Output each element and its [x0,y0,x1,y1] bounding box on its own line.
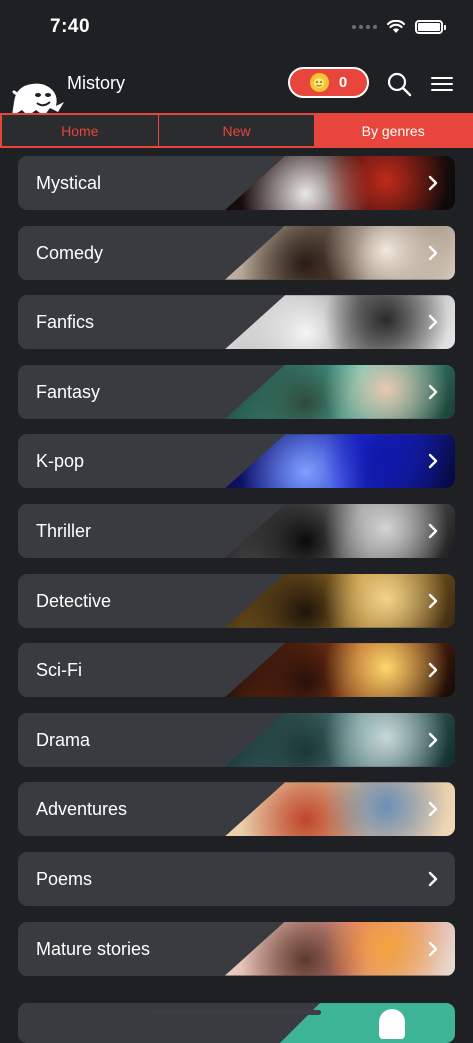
tab-by-genres[interactable]: By genres [314,115,471,146]
genre-cover-image [225,226,455,280]
genre-cover-image [225,922,455,976]
genre-label: Sci-Fi [36,643,82,697]
genre-card[interactable]: Detective [18,574,455,628]
chevron-right-icon [427,175,439,191]
genre-label: Fantasy [36,365,100,419]
genre-label: Adventures [36,782,127,836]
battery-icon [415,20,443,34]
genre-card[interactable]: Drama [18,713,455,767]
home-indicator [152,1010,321,1015]
promo-card-partial[interactable] [18,1003,455,1043]
cellular-signal-icon [352,25,377,29]
genre-label: Drama [36,713,90,767]
genre-cover-image [225,643,455,697]
chevron-right-icon [427,523,439,539]
section-tabs: Home New By genres [0,113,473,148]
chevron-right-icon [427,732,439,748]
chevron-right-icon [427,593,439,609]
genre-list: Mystical Comedy Fanfics Fantasy K-pop Thrille… [18,156,455,991]
genre-cover-image [225,365,455,419]
genre-cover-image [225,574,455,628]
genre-label: Fanfics [36,295,94,349]
genre-card[interactable]: Comedy [18,226,455,280]
promo-art [280,1003,455,1043]
chevron-right-icon [427,941,439,957]
chevron-right-icon [427,453,439,469]
genre-card[interactable]: Poems [18,852,455,906]
chevron-right-icon [427,245,439,261]
genre-cover-image [225,295,455,349]
genre-cover-image [225,782,455,836]
hamburger-menu-icon[interactable] [430,74,454,94]
chevron-right-icon [427,801,439,817]
coin-icon [310,73,329,92]
genre-card[interactable]: Mature stories [18,922,455,976]
genre-cover-image [225,434,455,488]
chevron-right-icon [427,662,439,678]
wifi-icon [387,20,405,34]
genre-card[interactable]: Mystical [18,156,455,210]
tab-home[interactable]: Home [2,115,158,146]
ghost-icon [379,1009,405,1039]
genre-card[interactable]: Fantasy [18,365,455,419]
genre-label: Poems [36,852,92,906]
genre-label: Mature stories [36,922,150,976]
app-header: Mistory 0 [0,62,473,112]
coins-button[interactable]: 0 [288,67,369,98]
status-time: 7:40 [50,16,90,38]
tab-new[interactable]: New [158,115,315,146]
genre-cover-image [225,504,455,558]
chevron-right-icon [427,384,439,400]
app-title: Mistory [67,73,125,94]
genre-card[interactable]: K-pop [18,434,455,488]
genre-card[interactable]: Sci-Fi [18,643,455,697]
genre-label: Mystical [36,156,101,210]
genre-label: Thriller [36,504,91,558]
ghost-logo-icon [10,78,66,116]
genre-cover-image [225,156,455,210]
chevron-right-icon [427,314,439,330]
genre-card[interactable]: Adventures [18,782,455,836]
genre-label: Comedy [36,226,103,280]
search-icon[interactable] [386,71,412,97]
genre-label: Detective [36,574,111,628]
chevron-right-icon [427,871,439,887]
status-bar: 7:40 [0,0,473,54]
genre-label: K-pop [36,434,84,488]
genre-card[interactable]: Fanfics [18,295,455,349]
genre-card[interactable]: Thriller [18,504,455,558]
coins-count: 0 [339,74,347,91]
status-icons [352,20,443,34]
genre-cover-image [225,713,455,767]
